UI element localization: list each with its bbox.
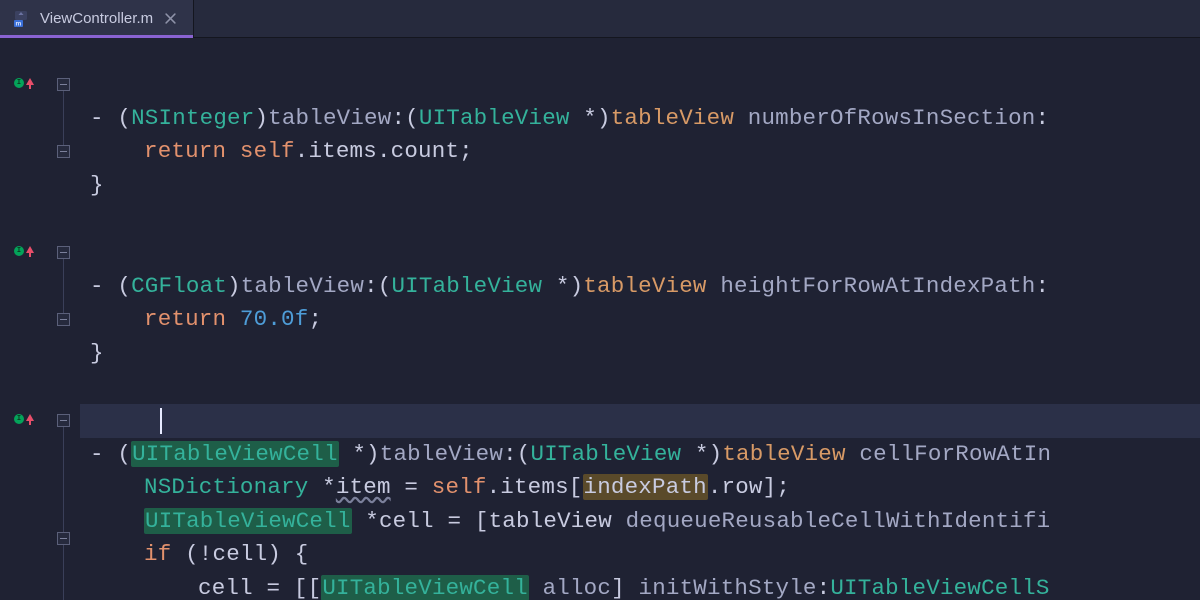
file-tab-label: ViewController.m — [40, 10, 153, 27]
code-line[interactable]: UITableViewCell *cell = [tableView deque… — [80, 471, 1200, 505]
code-area[interactable]: - (NSInteger)tableView:(UITableView *)ta… — [80, 38, 1200, 600]
override-marker[interactable]: I — [14, 414, 34, 424]
code-line[interactable]: return self.items.count; — [80, 102, 1200, 136]
up-arrow-icon — [26, 246, 34, 256]
code-text: cell = [[UITableViewCell alloc] initWith… — [198, 572, 1050, 600]
fold-toggle[interactable] — [57, 313, 70, 326]
code-text: } — [90, 169, 104, 203]
fold-toggle[interactable] — [57, 145, 70, 158]
code-line[interactable]: NSDictionary *item = self.items[indexPat… — [80, 438, 1200, 472]
code-text: } — [90, 337, 104, 371]
code-editor[interactable]: I I I - (NSInteger)tableView:(UITableVie… — [0, 38, 1200, 600]
up-arrow-icon — [26, 414, 34, 424]
text-cursor — [160, 408, 162, 434]
code-line-current[interactable]: - (UITableViewCell *)tableView:(UITableV… — [80, 404, 1200, 438]
fold-column — [52, 38, 76, 600]
code-line[interactable]: return 70.0f; — [80, 270, 1200, 304]
code-line[interactable]: } — [80, 303, 1200, 337]
svg-text:m: m — [16, 20, 22, 27]
fold-toggle[interactable] — [57, 78, 70, 91]
fold-guide — [63, 545, 64, 600]
fold-guide — [63, 259, 64, 319]
code-line[interactable]: } — [80, 135, 1200, 169]
override-marker[interactable]: I — [14, 78, 34, 88]
fold-guide — [63, 427, 64, 545]
override-dot-icon: I — [14, 78, 24, 88]
file-tab[interactable]: m ViewController.m — [0, 0, 194, 37]
override-dot-icon: I — [14, 414, 24, 424]
fold-toggle[interactable] — [57, 414, 70, 427]
close-tab-button[interactable] — [163, 12, 177, 26]
code-line[interactable]: if (!cell) { — [80, 505, 1200, 539]
code-line[interactable]: - (NSInteger)tableView:(UITableView *)ta… — [80, 68, 1200, 102]
gutter: I I I — [0, 38, 46, 600]
override-dot-icon: I — [14, 246, 24, 256]
fold-toggle[interactable] — [57, 532, 70, 545]
tab-bar: m ViewController.m — [0, 0, 1200, 38]
override-marker[interactable]: I — [14, 246, 34, 256]
objc-file-icon: m — [12, 10, 30, 28]
up-arrow-icon — [26, 78, 34, 88]
fold-toggle[interactable] — [57, 246, 70, 259]
code-line[interactable]: cell = [[UITableViewCell alloc] initWith… — [80, 538, 1200, 572]
code-line[interactable]: - (CGFloat)tableView:(UITableView *)tabl… — [80, 236, 1200, 270]
fold-guide — [63, 91, 64, 151]
